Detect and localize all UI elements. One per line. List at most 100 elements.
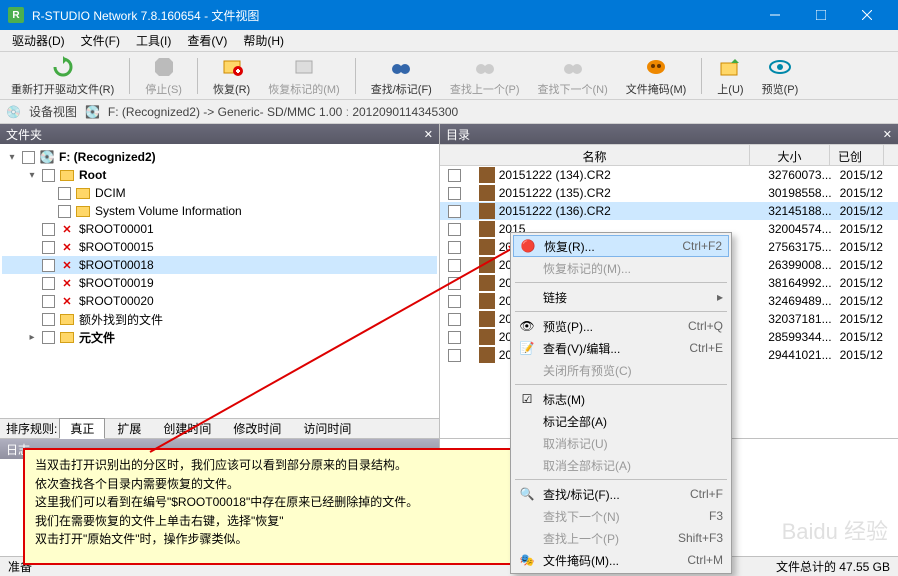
- edit-icon: 📝: [519, 341, 535, 355]
- file-icon: [479, 347, 495, 363]
- eye-icon: 👁: [519, 319, 535, 333]
- file-row[interactable]: 20151222 (135).CR230198558...2015/12: [440, 184, 898, 202]
- menu-tools[interactable]: 工具(I): [128, 30, 179, 51]
- deleted-icon: [59, 221, 75, 237]
- panel-close-icon[interactable]: ✕: [424, 128, 433, 141]
- deleted-icon: [59, 275, 75, 291]
- preview-button[interactable]: 预览(P): [755, 52, 806, 100]
- col-name: 名称: [440, 145, 750, 165]
- menubar: 驱动器(D) 文件(F) 工具(I) 查看(V) 帮助(H): [0, 30, 898, 52]
- column-headers[interactable]: 名称 大小 已创: [440, 144, 898, 166]
- sort-mtime[interactable]: 修改时间: [223, 419, 291, 438]
- sort-label: 排序规则:: [6, 420, 57, 437]
- find-mark-button[interactable]: 查找/标记(F): [364, 52, 439, 100]
- tree-node-drive[interactable]: ▾💽F: (Recognized2): [2, 148, 437, 166]
- ctx-preview[interactable]: 👁预览(P)...Ctrl+Q: [513, 315, 729, 337]
- find-next-button[interactable]: 查找下一个(N): [531, 52, 615, 100]
- file-icon: [479, 329, 495, 345]
- watermark: Baidu 经验: [782, 514, 888, 546]
- ctx-unmark-all[interactable]: 取消全部标记(A): [513, 454, 729, 476]
- path-bar: 💿 设备视图 💽 F: (Recognized2) -> Generic- SD…: [0, 100, 898, 124]
- menu-file[interactable]: 文件(F): [73, 30, 128, 51]
- drive-icon: 💽: [85, 105, 100, 119]
- deleted-icon: [59, 239, 75, 255]
- ctx-mark[interactable]: ☑标志(M): [513, 388, 729, 410]
- ctx-view-edit[interactable]: 📝查看(V)/编辑...Ctrl+E: [513, 337, 729, 359]
- ctx-close-preview[interactable]: 关闭所有预览(C): [513, 359, 729, 381]
- menu-help[interactable]: 帮助(H): [235, 30, 292, 51]
- up-button[interactable]: 上(U): [710, 52, 750, 100]
- mask-icon: 🎭: [519, 553, 535, 567]
- content-panel-header: 目录✕: [440, 124, 898, 144]
- binoculars-icon: [389, 55, 413, 79]
- mask-icon: [644, 55, 668, 79]
- find-prev-button[interactable]: 查找上一个(P): [443, 52, 527, 100]
- file-icon: [479, 167, 495, 183]
- device-view-label[interactable]: 设备视图: [29, 103, 77, 120]
- file-icon: [479, 203, 495, 219]
- checkbox-icon: ☑: [519, 392, 535, 406]
- sort-ctime[interactable]: 创建时间: [153, 419, 221, 438]
- sort-bar: 排序规则: 真正 扩展 创建时间 修改时间 访问时间: [0, 418, 439, 438]
- file-mask-button[interactable]: 文件掩码(M): [619, 52, 694, 100]
- ctx-find-next[interactable]: 查找下一个(N)F3: [513, 505, 729, 527]
- ctx-unmark[interactable]: 取消标记(U): [513, 432, 729, 454]
- tree-node-dcim[interactable]: DCIM: [2, 184, 437, 202]
- col-size: 大小: [750, 145, 830, 165]
- stop-icon: [152, 55, 176, 79]
- file-icon: [479, 275, 495, 291]
- ctx-mark-all[interactable]: 标记全部(A): [513, 410, 729, 432]
- reopen-drive-button[interactable]: 重新打开驱动文件(R): [4, 52, 121, 100]
- tree-node-root[interactable]: ▾Root: [2, 166, 437, 184]
- ctx-find-mark[interactable]: 🔍查找/标记(F)...Ctrl+F: [513, 483, 729, 505]
- binoculars-icon: 🔍: [519, 487, 535, 501]
- recover-marked-button[interactable]: 恢复标记的(M): [261, 52, 347, 100]
- sort-atime[interactable]: 访问时间: [293, 419, 361, 438]
- ctx-link[interactable]: 链接▸: [513, 286, 729, 308]
- context-menu: 🔴恢复(R)...Ctrl+F2 恢复标记的(M)... 链接▸ 👁预览(P).…: [510, 232, 732, 574]
- ctx-recover-marked[interactable]: 恢复标记的(M)...: [513, 257, 729, 279]
- recover-marked-icon: [292, 55, 316, 79]
- tree-node-root00015[interactable]: $ROOT00015: [2, 238, 437, 256]
- toolbar: 重新打开驱动文件(R) 停止(S) 恢复(R) 恢复标记的(M) 查找/标记(F…: [0, 52, 898, 100]
- menu-drive[interactable]: 驱动器(D): [4, 30, 73, 51]
- folder-tree[interactable]: ▾💽F: (Recognized2) ▾Root DCIM System Vol…: [0, 144, 439, 418]
- app-icon: R: [8, 7, 24, 23]
- sort-ext[interactable]: 扩展: [107, 419, 151, 438]
- status-total: 文件总计的 47.55 GB: [776, 558, 890, 575]
- file-icon: [479, 239, 495, 255]
- tree-node-root00020[interactable]: $ROOT00020: [2, 292, 437, 310]
- tree-node-meta[interactable]: ▸元文件: [2, 328, 437, 346]
- file-icon: [479, 185, 495, 201]
- file-icon: [479, 293, 495, 309]
- refresh-icon: [51, 55, 75, 79]
- sort-real[interactable]: 真正: [59, 418, 105, 439]
- file-icon: [479, 311, 495, 327]
- find-next-icon: [561, 55, 585, 79]
- file-row[interactable]: 20151222 (136).CR232145188...2015/12: [440, 202, 898, 220]
- tree-node-root00001[interactable]: $ROOT00001: [2, 220, 437, 238]
- device-view-icon: 💿: [6, 105, 21, 119]
- file-icon: [479, 221, 495, 237]
- stop-button[interactable]: 停止(S): [138, 52, 189, 100]
- ctx-file-mask[interactable]: 🎭文件掩码(M)...Ctrl+M: [513, 549, 729, 571]
- file-row[interactable]: 20151222 (134).CR232760073...2015/12: [440, 166, 898, 184]
- panel-close-icon[interactable]: ✕: [883, 128, 892, 141]
- window-title: R-STUDIO Network 7.8.160654 - 文件视图: [32, 7, 752, 24]
- tree-node-root00018[interactable]: $ROOT00018: [2, 256, 437, 274]
- ctx-recover[interactable]: 🔴恢复(R)...Ctrl+F2: [513, 235, 729, 257]
- recover-button[interactable]: 恢复(R): [206, 52, 257, 100]
- folder-up-icon: [718, 55, 742, 79]
- tree-node-svi[interactable]: System Volume Information: [2, 202, 437, 220]
- col-created: 已创: [830, 145, 884, 165]
- tree-node-extra[interactable]: 额外找到的文件: [2, 310, 437, 328]
- minimize-button[interactable]: [752, 0, 798, 30]
- ctx-find-prev[interactable]: 查找上一个(P)Shift+F3: [513, 527, 729, 549]
- maximize-button[interactable]: [798, 0, 844, 30]
- folder-panel-header: 文件夹✕: [0, 124, 439, 144]
- recover-icon: [220, 55, 244, 79]
- tree-node-root00019[interactable]: $ROOT00019: [2, 274, 437, 292]
- menu-view[interactable]: 查看(V): [179, 30, 235, 51]
- file-icon: [479, 257, 495, 273]
- close-button[interactable]: [844, 0, 890, 30]
